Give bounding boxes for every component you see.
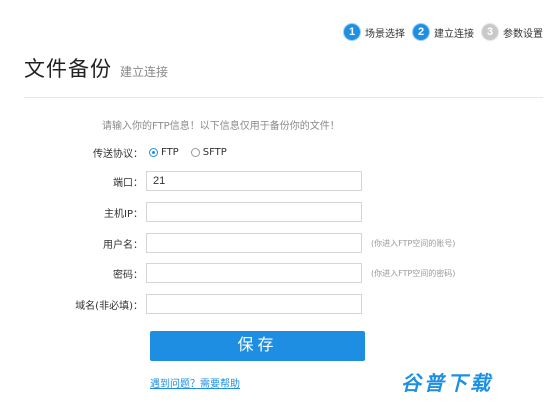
radio-sftp-dot[interactable]	[190, 147, 200, 157]
save-button[interactable]: 保存	[150, 331, 365, 361]
step-3-label: 参数设置	[503, 28, 543, 40]
protocol-label: 传送协议：	[93, 148, 143, 160]
step-2-label: 建立连接	[434, 28, 474, 40]
divider	[24, 97, 543, 98]
password-note: (你进入FTP空间的密码)	[371, 268, 456, 278]
username-note: (你进入FTP空间的账号)	[371, 238, 456, 248]
host-input[interactable]	[146, 202, 362, 222]
page-subtitle: 建立连接	[120, 65, 169, 79]
radio-ftp-dot[interactable]	[149, 147, 158, 157]
radio-sftp[interactable]: SFTP	[190, 146, 227, 158]
password-row: 密码： (你进入FTP空间的密码)	[0, 262, 553, 284]
step-1-label: 场景选择	[365, 28, 405, 40]
username-label: 用户名：	[103, 239, 143, 251]
port-label: 端口：	[113, 177, 143, 189]
protocol-row: 传送协议： FTP SFTP	[0, 141, 553, 163]
step-1-number: 1	[344, 24, 360, 40]
host-label: 主机IP：	[104, 208, 143, 220]
username-input[interactable]	[146, 233, 362, 253]
radio-sftp-label: SFTP	[202, 146, 227, 158]
step-2: 2 建立连接	[413, 24, 474, 40]
domain-label: 域名(非必填)：	[75, 300, 143, 312]
radio-ftp-label: FTP	[161, 146, 179, 158]
host-row: 主机IP：	[0, 201, 553, 223]
password-input[interactable]	[146, 263, 362, 283]
step-2-number: 2	[413, 24, 429, 40]
password-label: 密码：	[113, 269, 143, 281]
step-1: 1 场景选择	[344, 24, 405, 40]
watermark-logo: 谷普下载	[401, 371, 493, 395]
page-title: 文件备份	[24, 57, 112, 81]
title-row: 文件备份 建立连接	[24, 53, 168, 83]
domain-input[interactable]	[146, 294, 362, 314]
username-row: 用户名： (你进入FTP空间的账号)	[0, 232, 553, 254]
domain-row: 域名(非必填)：	[0, 293, 553, 315]
form-hint: 请输入你的FTP信息！以下信息仅用于备份你的文件！	[102, 121, 340, 132]
step-3: 3 参数设置	[482, 24, 543, 40]
help-link[interactable]: 遇到问题？需要帮助	[150, 375, 240, 390]
step-3-number: 3	[482, 24, 498, 40]
radio-ftp[interactable]: FTP	[149, 147, 179, 158]
port-row: 端口： 21	[0, 170, 553, 192]
port-input[interactable]: 21	[146, 171, 362, 191]
step-indicator: 1 场景选择 2 建立连接 3 参数设置	[336, 24, 543, 40]
protocol-radio-group: FTP SFTP	[149, 147, 239, 158]
